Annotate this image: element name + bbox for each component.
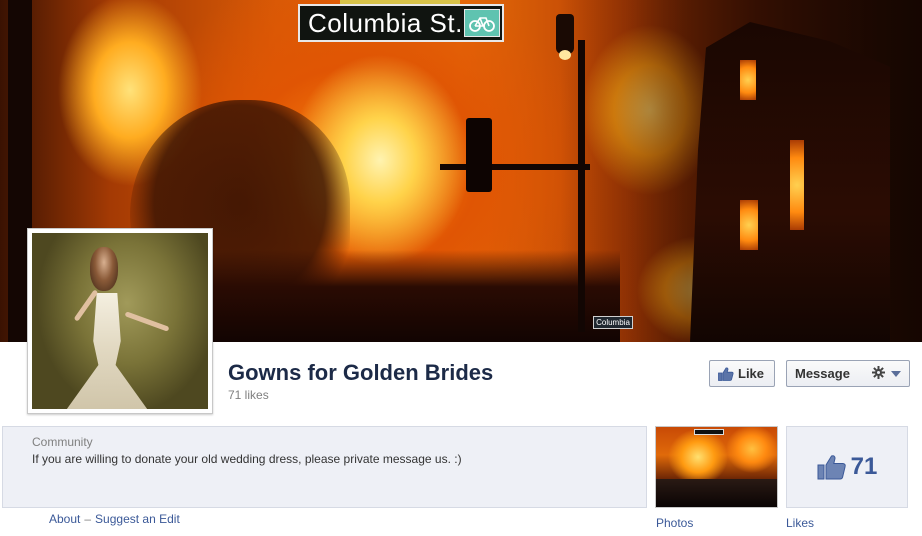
profile-picture[interactable]	[27, 228, 213, 414]
profile-photo-bride	[32, 233, 208, 409]
thumbs-up-icon	[718, 367, 734, 381]
like-button[interactable]: Like	[709, 360, 775, 387]
bride-arm	[73, 289, 99, 322]
cover-fire-window	[740, 60, 756, 100]
page-options-button[interactable]	[863, 360, 910, 387]
chevron-down-icon	[890, 370, 901, 377]
cover-fire-window	[790, 140, 804, 230]
bride-head	[90, 247, 118, 291]
street-sign-text: Columbia St.	[308, 7, 463, 38]
photos-tile-sign	[694, 429, 724, 435]
page-description: If you are willing to donate your old we…	[32, 452, 462, 466]
gear-icon	[871, 365, 885, 382]
likes-tile-count: 71	[850, 453, 878, 480]
cover-lamp-pole	[578, 40, 585, 332]
likes-label[interactable]: Likes	[786, 516, 814, 530]
cover-fire-window	[740, 200, 758, 250]
cover-debris	[200, 250, 620, 342]
cover-street-lamp	[556, 14, 574, 60]
photos-tile-cars	[656, 479, 777, 507]
cover-signal-arm	[440, 164, 590, 170]
cover-street-sign: Columbia St.	[298, 4, 504, 42]
page-likes-count: 71 likes	[228, 388, 269, 402]
bride-arm	[124, 311, 170, 332]
cover-traffic-signal	[466, 118, 492, 192]
message-button[interactable]: Message	[786, 360, 864, 387]
likes-tile[interactable]: 71	[786, 426, 908, 508]
suggest-edit-link[interactable]: Suggest an Edit	[95, 512, 180, 526]
link-separator: –	[84, 512, 92, 526]
bride-dress	[64, 293, 150, 409]
about-link[interactable]: About	[49, 512, 80, 526]
thumbs-up-icon	[817, 454, 847, 480]
cover-small-sign: Columbia	[593, 316, 633, 329]
photos-label[interactable]: Photos	[656, 516, 693, 530]
like-button-label: Like	[738, 366, 765, 381]
message-button-label: Message	[795, 366, 850, 381]
photos-tile[interactable]	[655, 426, 778, 508]
about-links: About – Suggest an Edit	[49, 512, 180, 526]
page-category[interactable]: Community	[32, 435, 93, 449]
bicycle-icon	[464, 9, 500, 37]
page-title[interactable]: Gowns for Golden Brides	[228, 360, 493, 386]
about-section: Community If you are willing to donate y…	[2, 426, 647, 508]
